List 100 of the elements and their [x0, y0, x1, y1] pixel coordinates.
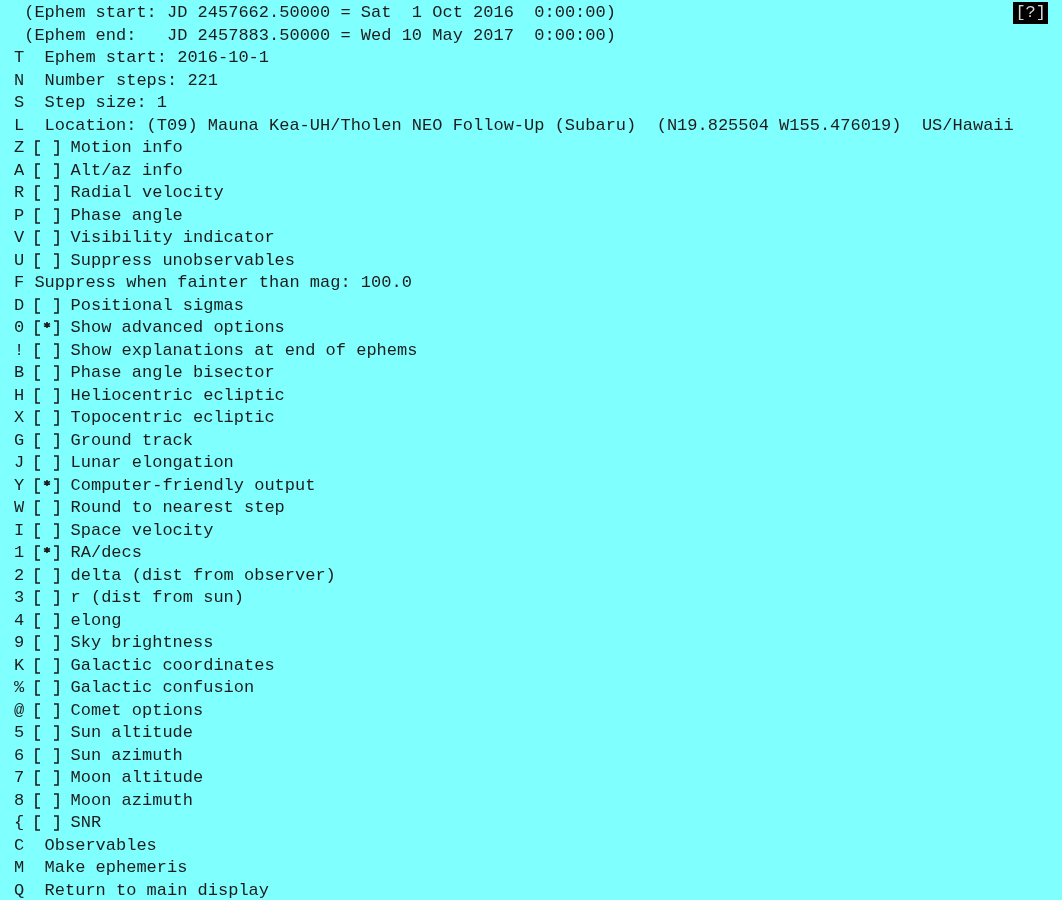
checkbox[interactable]: [34, 342, 61, 359]
menu-option[interactable]: r (dist from sun): [70, 587, 244, 610]
menu-option[interactable]: Moon azimuth: [70, 789, 193, 812]
menu-option[interactable]: Radial velocity: [70, 182, 224, 205]
menu-option[interactable]: Step size: 1: [44, 92, 167, 115]
hotkey-label: 5: [14, 722, 25, 744]
checkbox[interactable]: [34, 702, 61, 719]
hotkey-label: %: [14, 677, 25, 699]
checkbox[interactable]: [34, 635, 61, 652]
hotkey-label: 1: [14, 542, 25, 564]
menu-option[interactable]: Show explanations at end of ephems: [70, 339, 418, 362]
checkbox[interactable]: [34, 455, 61, 472]
menu-option[interactable]: Heliocentric ecliptic: [70, 384, 285, 407]
menu-option[interactable]: SNR: [70, 812, 102, 835]
menu-option[interactable]: Topocentric ecliptic: [70, 407, 275, 430]
hotkey-label: 3: [14, 587, 25, 609]
hotkey-label: S: [14, 92, 25, 114]
menu-option[interactable]: Motion info: [70, 137, 183, 160]
checkbox[interactable]: [34, 747, 61, 764]
checkbox[interactable]: [34, 590, 61, 607]
checkbox[interactable]: [34, 567, 61, 584]
menu-option[interactable]: Suppress unobservables: [70, 249, 295, 272]
checkbox[interactable]: [34, 162, 61, 179]
checkbox[interactable]: [34, 612, 61, 629]
menu-option[interactable]: Positional sigmas: [70, 294, 244, 317]
hotkey-label: D: [14, 294, 25, 317]
hotkey-label: 8: [14, 789, 25, 812]
menu-option[interactable]: Location: (T09) Mauna Kea-UH/Tholen NEO Follow-Up (Subaru) (N19.825504 W155.476019) US/Hawaii: [44, 114, 1014, 137]
menu-option[interactable]: Suppress when fainter than mag: 100.0: [34, 272, 412, 295]
hotkey-label: F: [14, 272, 25, 294]
ephemeris-range-text: (Ephem end: JD 2457883.50000 = Wed 10 May 2017 0:00:00): [24, 24, 616, 47]
checkbox[interactable]: [34, 725, 61, 742]
checkbox[interactable]: [34, 297, 61, 314]
menu-option[interactable]: Galactic confusion: [70, 677, 255, 700]
hotkey-label: 9: [14, 632, 25, 654]
menu-option[interactable]: Sun azimuth: [70, 744, 183, 767]
checkbox[interactable]: [34, 410, 61, 427]
checkbox[interactable]: [34, 657, 61, 674]
menu-option[interactable]: Ground track: [70, 429, 193, 452]
checkbox[interactable]: [34, 185, 61, 202]
menu-option[interactable]: Phase angle bisector: [70, 362, 275, 385]
hotkey-label: P: [14, 204, 25, 227]
checkbox[interactable]: [34, 230, 61, 247]
menu-option[interactable]: Moon altitude: [70, 767, 204, 790]
ephemeris-range-text: (Ephem start: JD 2457662.50000 = Sat 1 Oct 2016 0:00:00): [24, 2, 616, 24]
hotkey-label: Z: [14, 137, 25, 159]
hotkey-label: K: [14, 654, 25, 677]
checkbox[interactable]: [34, 500, 61, 517]
hotkey-label: N: [14, 69, 25, 92]
checkbox[interactable]: [34, 792, 61, 809]
hotkey-label: 4: [14, 609, 25, 632]
hotkey-label: B: [14, 362, 25, 384]
checkbox[interactable]: [34, 140, 61, 157]
checkbox[interactable]: [34, 545, 61, 562]
hotkey-label: U: [14, 249, 25, 272]
hotkey-label: G: [14, 429, 25, 452]
hotkey-label: H: [14, 384, 25, 407]
menu-option[interactable]: Space velocity: [70, 519, 214, 542]
hotkey-label: V: [14, 227, 25, 249]
checkbox[interactable]: [34, 320, 61, 337]
menu-option[interactable]: Comet options: [70, 699, 204, 722]
menu-option[interactable]: Observables: [44, 834, 157, 857]
checkbox[interactable]: [34, 365, 61, 382]
hotkey-label: X: [14, 407, 25, 429]
hotkey-label: A: [14, 159, 25, 182]
menu-option[interactable]: Number steps: 221: [44, 69, 218, 92]
checkbox[interactable]: [34, 815, 61, 832]
menu-option[interactable]: Lunar elongation: [70, 452, 234, 475]
hotkey-label: W: [14, 497, 25, 519]
menu-option[interactable]: Return to main display: [44, 879, 269, 900]
menu-option[interactable]: Galactic coordinates: [70, 654, 275, 677]
checkbox[interactable]: [34, 252, 61, 269]
checkbox[interactable]: [34, 770, 61, 787]
checkbox[interactable]: [34, 207, 61, 224]
menu-option[interactable]: delta (dist from observer): [70, 564, 336, 587]
hotkey-label: 6: [14, 744, 25, 767]
menu-option[interactable]: Computer-friendly output: [70, 474, 316, 497]
checkbox[interactable]: [34, 432, 61, 449]
checkbox[interactable]: [34, 680, 61, 697]
help-button[interactable]: [?]: [1013, 2, 1048, 24]
menu-option[interactable]: Show advanced options: [70, 317, 285, 340]
checkbox[interactable]: [34, 387, 61, 404]
menu-option[interactable]: Ephem start: 2016-10-1: [44, 47, 269, 70]
hotkey-label: {: [14, 812, 25, 834]
menu-option[interactable]: Phase angle: [70, 204, 183, 227]
hotkey-label: M: [14, 857, 25, 879]
menu-option[interactable]: Visibility indicator: [70, 227, 275, 250]
hotkey-label: J: [14, 452, 25, 474]
menu-option[interactable]: Sun altitude: [70, 722, 193, 745]
hotkey-label: I: [14, 519, 25, 542]
checkbox[interactable]: [34, 477, 61, 494]
checkbox[interactable]: [34, 522, 61, 539]
menu-option[interactable]: elong: [70, 609, 122, 632]
hotkey-label: Y: [14, 474, 25, 497]
menu-option[interactable]: Alt/az info: [70, 159, 183, 182]
hotkey-label: C: [14, 834, 25, 857]
menu-option[interactable]: RA/decs: [70, 542, 142, 565]
menu-option[interactable]: Round to nearest step: [70, 497, 285, 520]
menu-option[interactable]: Make ephemeris: [44, 857, 188, 880]
menu-option[interactable]: Sky brightness: [70, 632, 214, 655]
